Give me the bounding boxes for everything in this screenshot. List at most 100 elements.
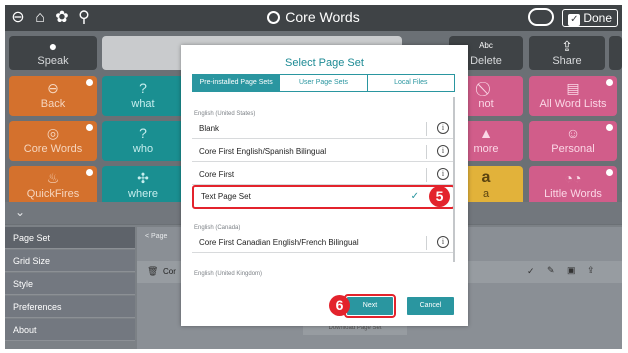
list-item-label: Core First English/Spanish Bilingual	[199, 147, 327, 156]
tile-quickfires[interactable]: ♨ QuickFires	[9, 166, 97, 206]
sidebar-edge-button[interactable]	[609, 36, 622, 70]
step-callout-5: 5	[429, 186, 450, 207]
page-title-text: Core Words	[285, 9, 360, 25]
folder-dot-icon	[606, 79, 613, 86]
where-arrows-icon: ✣	[137, 170, 149, 186]
tab-pre-installed[interactable]: Pre-installed Page Sets	[193, 75, 281, 91]
folder-dot-icon	[86, 79, 93, 86]
back-arrow-icon: ⊖	[47, 80, 59, 96]
share-button-label: Share	[552, 55, 582, 67]
tile-label: who	[132, 143, 154, 155]
cloud-sync-icon[interactable]	[528, 8, 554, 26]
save-icon[interactable]: ▣	[567, 265, 576, 276]
list-item-core-first-canadian[interactable]: Core First Canadian English/French Bilin…	[192, 233, 455, 253]
list-item-core-first[interactable]: Core First i	[192, 165, 455, 185]
tile-label: All Word Lists	[539, 98, 607, 110]
check-icon: ✓	[527, 266, 535, 276]
tile-label: not	[478, 98, 494, 110]
tile-core-words[interactable]: ◎ Core Words	[9, 121, 97, 161]
divider	[426, 122, 427, 136]
breadcrumb[interactable]: < Page	[145, 233, 167, 240]
person-icon: ☺	[565, 125, 581, 141]
edit-icon[interactable]: ✎	[547, 265, 555, 276]
sidebar-item-about[interactable]: About	[5, 319, 135, 341]
cancel-button[interactable]: Cancel	[407, 297, 454, 315]
list-scrollbar[interactable]	[453, 97, 455, 262]
tile-personal[interactable]: ☺ Personal	[529, 121, 617, 161]
list-item-label: Blank	[199, 124, 220, 133]
group-label-canada: English (Canada)	[194, 225, 241, 231]
sidebar-item-grid-size[interactable]: Grid Size	[5, 250, 135, 272]
app-window: ⊖ ⌂ ✿ ⚲ Core Words ✓ Done ● Speak Abc Del…	[5, 5, 622, 349]
tile-back[interactable]: ⊖ Back	[9, 76, 97, 116]
done-button[interactable]: ✓ Done	[562, 9, 618, 27]
speak-button[interactable]: ● Speak	[9, 36, 97, 70]
who-question-icon: ?	[139, 125, 147, 141]
delete-button-label: Delete	[470, 55, 502, 67]
speech-bubble-icon: ●	[48, 38, 58, 54]
trash-icon[interactable]: 🗑	[147, 266, 158, 277]
tile-label: Back	[40, 98, 66, 110]
check-icon: ✓	[568, 14, 581, 26]
tile-label: Little Words	[544, 188, 602, 200]
folder-dot-icon	[606, 124, 613, 131]
group-label-uk: English (United Kingdom)	[194, 271, 263, 277]
sidebar-item-style[interactable]: Style	[5, 273, 135, 295]
tile-label: more	[473, 143, 499, 155]
sidebar-item-preferences[interactable]: Preferences	[5, 296, 135, 318]
step-callout-6: 6	[329, 295, 350, 316]
folder-dot-icon	[86, 124, 93, 131]
selected-check-icon: ✓	[410, 191, 419, 202]
target-icon: ◎	[46, 125, 60, 141]
page-set-tabs: Pre-installed Page Sets User Page Sets L…	[192, 74, 455, 92]
list-item-label: Text Page Set	[201, 192, 251, 201]
share-button[interactable]: ⇪ Share	[529, 36, 605, 70]
divider	[426, 236, 427, 250]
info-icon[interactable]: i	[437, 168, 449, 180]
info-icon[interactable]: i	[437, 122, 449, 134]
chevron-down-icon: ⌄	[15, 205, 26, 219]
chevron-left-icon: <	[145, 233, 150, 240]
export-icon[interactable]: ⇪	[587, 265, 595, 276]
page-set-row-label: Cor	[163, 267, 176, 276]
list-item-label: Core First	[199, 170, 235, 179]
list-item-text-page-set[interactable]: Text Page Set ✓	[192, 185, 455, 209]
tile-what[interactable]: ? what	[102, 76, 184, 116]
question-mark-icon: ?	[139, 80, 147, 96]
folder-dot-icon	[86, 169, 93, 176]
breadcrumb-label: Page	[151, 233, 168, 240]
tile-label: QuickFires	[26, 188, 80, 200]
tile-who[interactable]: ? who	[102, 121, 184, 161]
tile-label: a	[482, 188, 490, 200]
dialog-title: Select Page Set	[285, 57, 364, 69]
tile-little-words[interactable]: ◔◔ Little Words	[529, 166, 617, 206]
little-words-icon: ◔◔	[564, 170, 582, 186]
tile-all-word-lists[interactable]: ▤ All Word Lists	[529, 76, 617, 116]
divider	[426, 168, 427, 182]
tile-label: where	[128, 188, 158, 200]
fire-icon: ♨	[46, 170, 60, 186]
tab-user-page-sets[interactable]: User Page Sets	[280, 75, 368, 91]
list-item-label: Core First Canadian English/French Bilin…	[199, 238, 359, 247]
done-button-label: Done	[583, 11, 612, 25]
top-bar: ⊖ ⌂ ✿ ⚲ Core Words ✓ Done	[5, 5, 622, 31]
tab-local-files[interactable]: Local Files	[367, 75, 454, 91]
tile-label: what	[131, 98, 155, 110]
select-page-set-dialog: Select Page Set Pre-installed Page Sets …	[181, 45, 468, 326]
list-item-core-first-bilingual[interactable]: Core First English/Spanish Bilingual i	[192, 142, 455, 162]
sidebar-item-page-set[interactable]: Page Set	[5, 227, 135, 249]
core-words-icon	[267, 11, 281, 24]
list-icon: ▤	[566, 80, 580, 96]
speak-button-label: Speak	[37, 55, 69, 67]
folder-dot-icon	[606, 169, 613, 176]
info-icon[interactable]: i	[437, 236, 449, 248]
next-button[interactable]: Next	[344, 294, 396, 318]
tile-label: Personal	[551, 143, 595, 155]
tile-label: Core Words	[23, 143, 83, 155]
divider	[426, 145, 427, 159]
share-icon: ⇪	[561, 38, 573, 54]
tile-where[interactable]: ✣ where	[102, 166, 184, 206]
group-label-us: English (United States)	[194, 111, 256, 117]
list-item-blank[interactable]: Blank i	[192, 119, 455, 139]
info-icon[interactable]: i	[437, 145, 449, 157]
